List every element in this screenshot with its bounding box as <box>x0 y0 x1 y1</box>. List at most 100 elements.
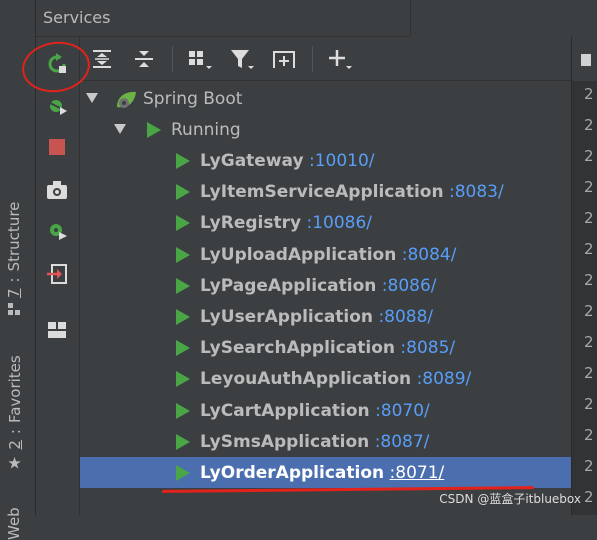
service-label: LySmsApplication :8087/ <box>200 432 429 452</box>
favorites-tab-label: Favorites <box>5 355 24 424</box>
dump-threads-button[interactable] <box>44 177 70 203</box>
services-tree: Spring Boot Running LyGateway :10010/LyI… <box>80 81 571 515</box>
camera-icon <box>47 181 67 199</box>
service-port-link[interactable]: :8083/ <box>449 182 504 202</box>
group-icon <box>189 51 212 69</box>
service-port-link[interactable]: :8085/ <box>400 338 455 358</box>
service-port-link[interactable]: :8071/ <box>390 463 445 483</box>
service-name: LyPageApplication <box>200 275 377 296</box>
toolbar-separator <box>172 46 173 72</box>
running-app-icon <box>176 184 190 201</box>
service-port-link[interactable]: :8084/ <box>402 245 457 265</box>
gutter-line-number: 2 <box>584 426 594 444</box>
service-label: LyItemServiceApplication :8083/ <box>200 182 504 202</box>
service-name: LyGateway <box>200 151 304 171</box>
editor-gutter: 222222222222222 <box>571 37 597 515</box>
new-tab-icon <box>273 51 295 68</box>
running-app-icon <box>176 277 190 294</box>
watermark: CSDN @蓝盒子itbluebox <box>439 492 581 506</box>
service-port-link[interactable]: :8089/ <box>417 369 472 389</box>
structure-tab-number: 7 <box>5 288 23 298</box>
web-tab-label: Web <box>5 507 23 540</box>
expanded-arrow-icon <box>114 124 126 134</box>
web-tool-tab[interactable]: Web <box>5 507 23 540</box>
running-app-icon <box>176 215 190 232</box>
running-app-icon <box>176 402 190 419</box>
running-app-icon <box>176 153 190 169</box>
service-port-link[interactable]: :8070/ <box>375 401 430 421</box>
collapse-all-icon <box>135 51 153 67</box>
service-port-link[interactable]: :10086/ <box>307 213 373 233</box>
service-name: LyUserApplication <box>200 307 374 327</box>
star-icon: ★ <box>7 453 22 473</box>
favorites-tool-tab[interactable]: ★ 2: Favorites <box>5 355 24 473</box>
debug-button[interactable] <box>44 93 70 119</box>
service-label: LyUploadApplication :8084/ <box>200 245 456 265</box>
expand-all-button[interactable] <box>88 45 116 73</box>
service-row[interactable]: LySearchApplication :8085/ <box>80 332 571 363</box>
new-tab-button[interactable] <box>270 45 298 73</box>
service-row[interactable]: LyGateway :10010/ <box>80 145 571 176</box>
service-row[interactable]: LyItemServiceApplication :8083/ <box>80 176 571 207</box>
exit-button[interactable] <box>44 261 70 287</box>
spring-boot-icon <box>117 91 136 108</box>
service-name: LyItemServiceApplication <box>200 182 444 203</box>
running-app-icon <box>176 371 190 388</box>
service-port-link[interactable]: :10010/ <box>309 151 375 171</box>
gutter-line-number: 2 <box>584 178 594 196</box>
exit-icon <box>47 264 67 284</box>
service-row[interactable]: LyUserApplication :8088/ <box>80 301 571 332</box>
service-row[interactable]: LeyouAuthApplication :8089/ <box>80 363 571 394</box>
gutter-line-number: 2 <box>584 147 594 165</box>
gutter-line-number: 2 <box>584 302 594 320</box>
service-port-link[interactable]: :8088/ <box>378 307 433 327</box>
debug-icon <box>47 100 67 115</box>
gutter-line-number: 2 <box>584 364 594 382</box>
plus-icon <box>329 50 352 69</box>
service-row[interactable]: LySmsApplication :8087/ <box>80 426 571 457</box>
service-label: LyRegistry :10086/ <box>200 213 372 233</box>
service-label: LyUserApplication :8088/ <box>200 307 433 327</box>
gutter-line-number: 2 <box>584 85 594 103</box>
structure-icon <box>7 302 21 320</box>
gutter-line-number: 2 <box>584 488 594 506</box>
services-title: Services <box>43 8 111 27</box>
running-app-icon <box>176 340 190 357</box>
service-row[interactable]: LyUploadApplication :8084/ <box>80 239 571 270</box>
service-label: LySearchApplication :8085/ <box>200 338 455 358</box>
running-label: Running <box>171 120 241 140</box>
tree-node-running[interactable]: Running <box>80 114 571 145</box>
service-row[interactable]: LyRegistry :10086/ <box>80 207 571 238</box>
gutter-line-number: 2 <box>584 240 594 258</box>
structure-tool-tab[interactable]: 7: Structure <box>5 202 23 318</box>
service-row[interactable]: LyCartApplication :8070/ <box>80 395 571 426</box>
gutter-line-number: 2 <box>584 395 594 413</box>
run-configuration-button[interactable] <box>44 218 70 244</box>
layout-button[interactable] <box>44 317 70 343</box>
add-service-button[interactable] <box>326 45 354 73</box>
running-app-icon <box>176 246 190 263</box>
group-by-button[interactable] <box>186 45 214 73</box>
running-app-icon <box>176 465 190 481</box>
toolbar-separator <box>312 46 313 72</box>
running-app-icon <box>176 309 190 325</box>
service-port-link[interactable]: :8086/ <box>382 276 437 296</box>
service-port-link[interactable]: :8087/ <box>375 432 430 452</box>
expanded-arrow-icon <box>86 93 98 103</box>
service-row[interactable]: LyPageApplication :8086/ <box>80 270 571 301</box>
collapse-all-button[interactable] <box>130 45 158 73</box>
tree-node-spring-boot[interactable]: Spring Boot <box>80 83 571 114</box>
service-row[interactable]: LyOrderApplication :8071/ <box>80 457 571 488</box>
service-label: LyOrderApplication :8071/ <box>200 463 444 483</box>
filter-button[interactable] <box>228 45 256 73</box>
service-label: LyCartApplication :8070/ <box>200 401 430 421</box>
expand-all-icon <box>93 50 111 68</box>
service-name: LyUploadApplication <box>200 244 397 265</box>
stop-button[interactable] <box>44 134 70 160</box>
editor-tab-stub <box>572 37 597 81</box>
filter-icon <box>231 50 254 69</box>
service-name: LyRegistry <box>200 213 302 234</box>
service-name: LyCartApplication <box>200 400 370 421</box>
gutter-line-number: 2 <box>584 116 594 134</box>
service-name: LySearchApplication <box>200 338 396 359</box>
